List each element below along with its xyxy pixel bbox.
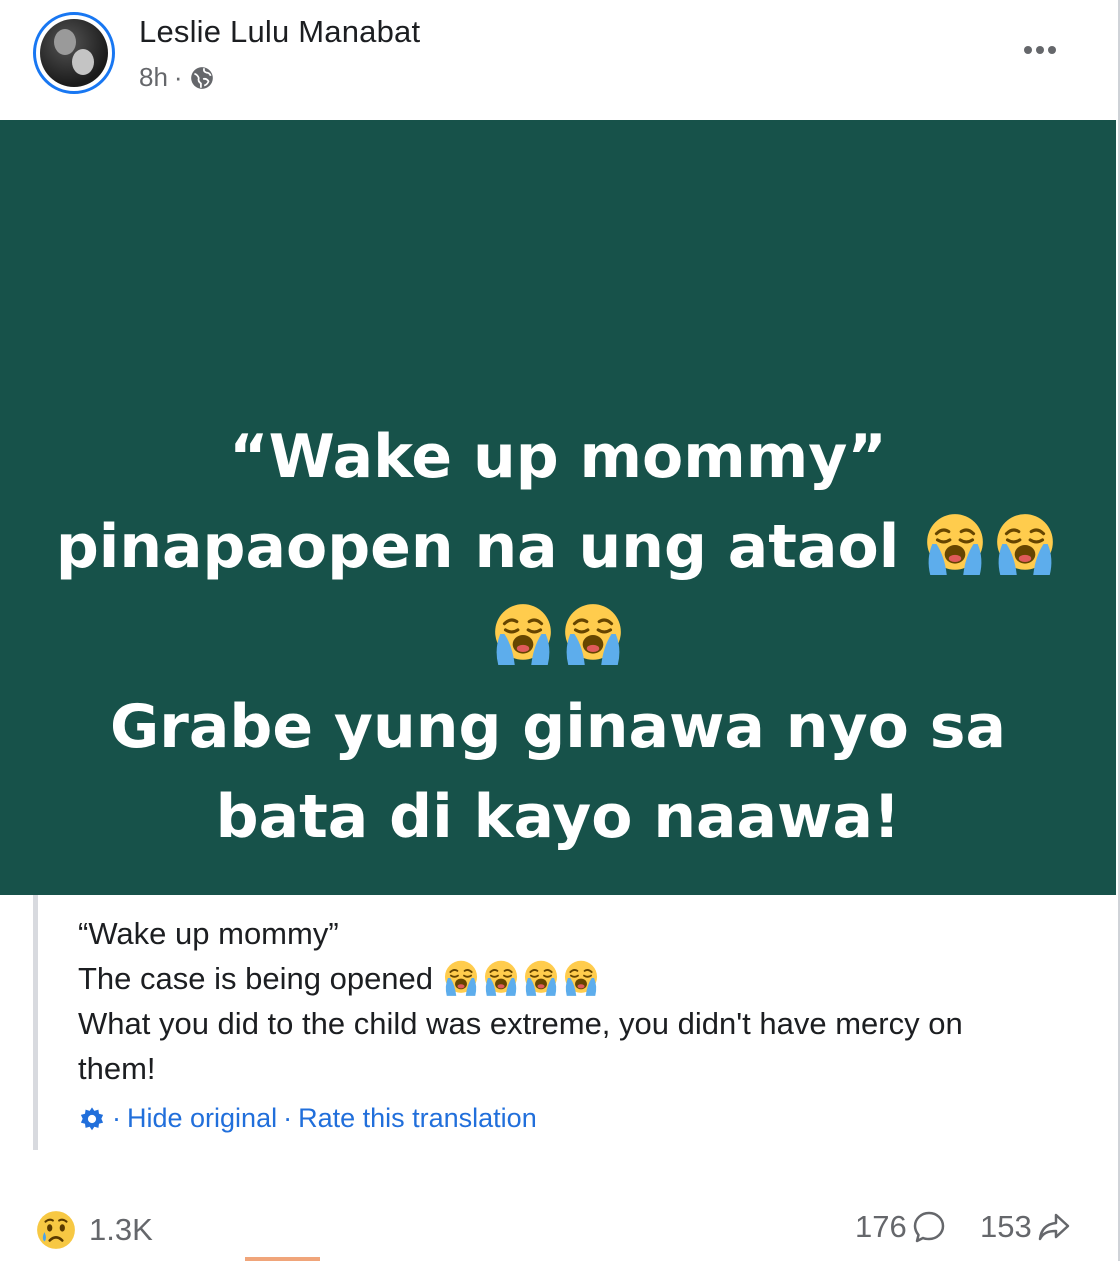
post-header: Leslie Lulu Manabat 8h · xyxy=(0,0,1120,120)
translation-block: “Wake up mommy” The case is being opened… xyxy=(33,895,1073,1150)
loudly-crying-face-icon xyxy=(922,511,988,577)
avatar-image xyxy=(40,19,108,87)
loudly-crying-face-icon xyxy=(482,959,520,997)
gear-icon[interactable] xyxy=(78,1105,106,1133)
post-text-card: “Wake up mommy” pinapaopen na ung ataol … xyxy=(0,120,1116,895)
reaction-summary[interactable]: 1.3K xyxy=(35,1209,153,1251)
globe-icon xyxy=(190,66,213,89)
sad-face-icon xyxy=(37,1211,75,1249)
share-count: 153 xyxy=(980,1209,1032,1244)
loudly-crying-face-icon xyxy=(560,601,626,667)
link-separator: · xyxy=(283,1103,293,1133)
more-horizontal-icon xyxy=(1024,46,1056,54)
link-separator: · xyxy=(112,1103,121,1133)
facebook-post: Leslie Lulu Manabat 8h · “Wake up mommy”… xyxy=(0,0,1120,1261)
comment-count-button[interactable]: 176 xyxy=(855,1209,947,1245)
translation-line-3: What you did to the child was extreme, y… xyxy=(78,1006,963,1041)
loudly-crying-face-icon xyxy=(522,959,560,997)
rate-translation-link[interactable]: Rate this translation xyxy=(298,1103,537,1134)
translation-line-1: “Wake up mommy” xyxy=(78,916,339,951)
card-text: “Wake up mommy” pinapaopen na ung ataol … xyxy=(0,412,1116,862)
card-line-2-text: pinapaopen na ung ataol xyxy=(55,512,900,582)
card-emoji-line xyxy=(0,592,1116,682)
loudly-crying-face-icon xyxy=(562,959,600,997)
meta-separator: · xyxy=(173,62,183,92)
card-line-2: pinapaopen na ung ataol xyxy=(0,502,1116,592)
loudly-crying-face-icon xyxy=(490,601,556,667)
comment-count: 176 xyxy=(855,1209,907,1244)
author-name[interactable]: Leslie Lulu Manabat xyxy=(139,14,420,50)
card-line-1: “Wake up mommy” xyxy=(229,422,887,492)
post-meta: 8h · xyxy=(139,62,215,93)
more-options-button[interactable] xyxy=(1015,30,1065,70)
translation-line-2: The case is being opened xyxy=(78,956,1073,1001)
loading-indicator xyxy=(245,1257,320,1261)
card-line-3: Grabe yung ginawa nyo sa xyxy=(110,692,1006,762)
loudly-crying-face-icon xyxy=(442,959,480,997)
post-footer: 1.3K 176 153 xyxy=(0,1195,1116,1261)
translation-links: · Hide original · Rate this translation xyxy=(78,1103,537,1134)
translation-line-4: them! xyxy=(78,1051,156,1086)
translation-line-2-text: The case is being opened xyxy=(78,961,434,996)
post-time[interactable]: 8h xyxy=(139,62,168,93)
hide-original-link[interactable]: Hide original xyxy=(127,1103,277,1134)
loudly-crying-face-icon xyxy=(992,511,1058,577)
share-count-button[interactable]: 153 xyxy=(980,1209,1072,1245)
card-line-4: bata di kayo naawa! xyxy=(215,782,901,852)
reaction-count: 1.3K xyxy=(89,1212,153,1247)
share-icon xyxy=(1038,1213,1069,1241)
comment-icon xyxy=(913,1211,944,1243)
avatar[interactable] xyxy=(33,12,115,94)
